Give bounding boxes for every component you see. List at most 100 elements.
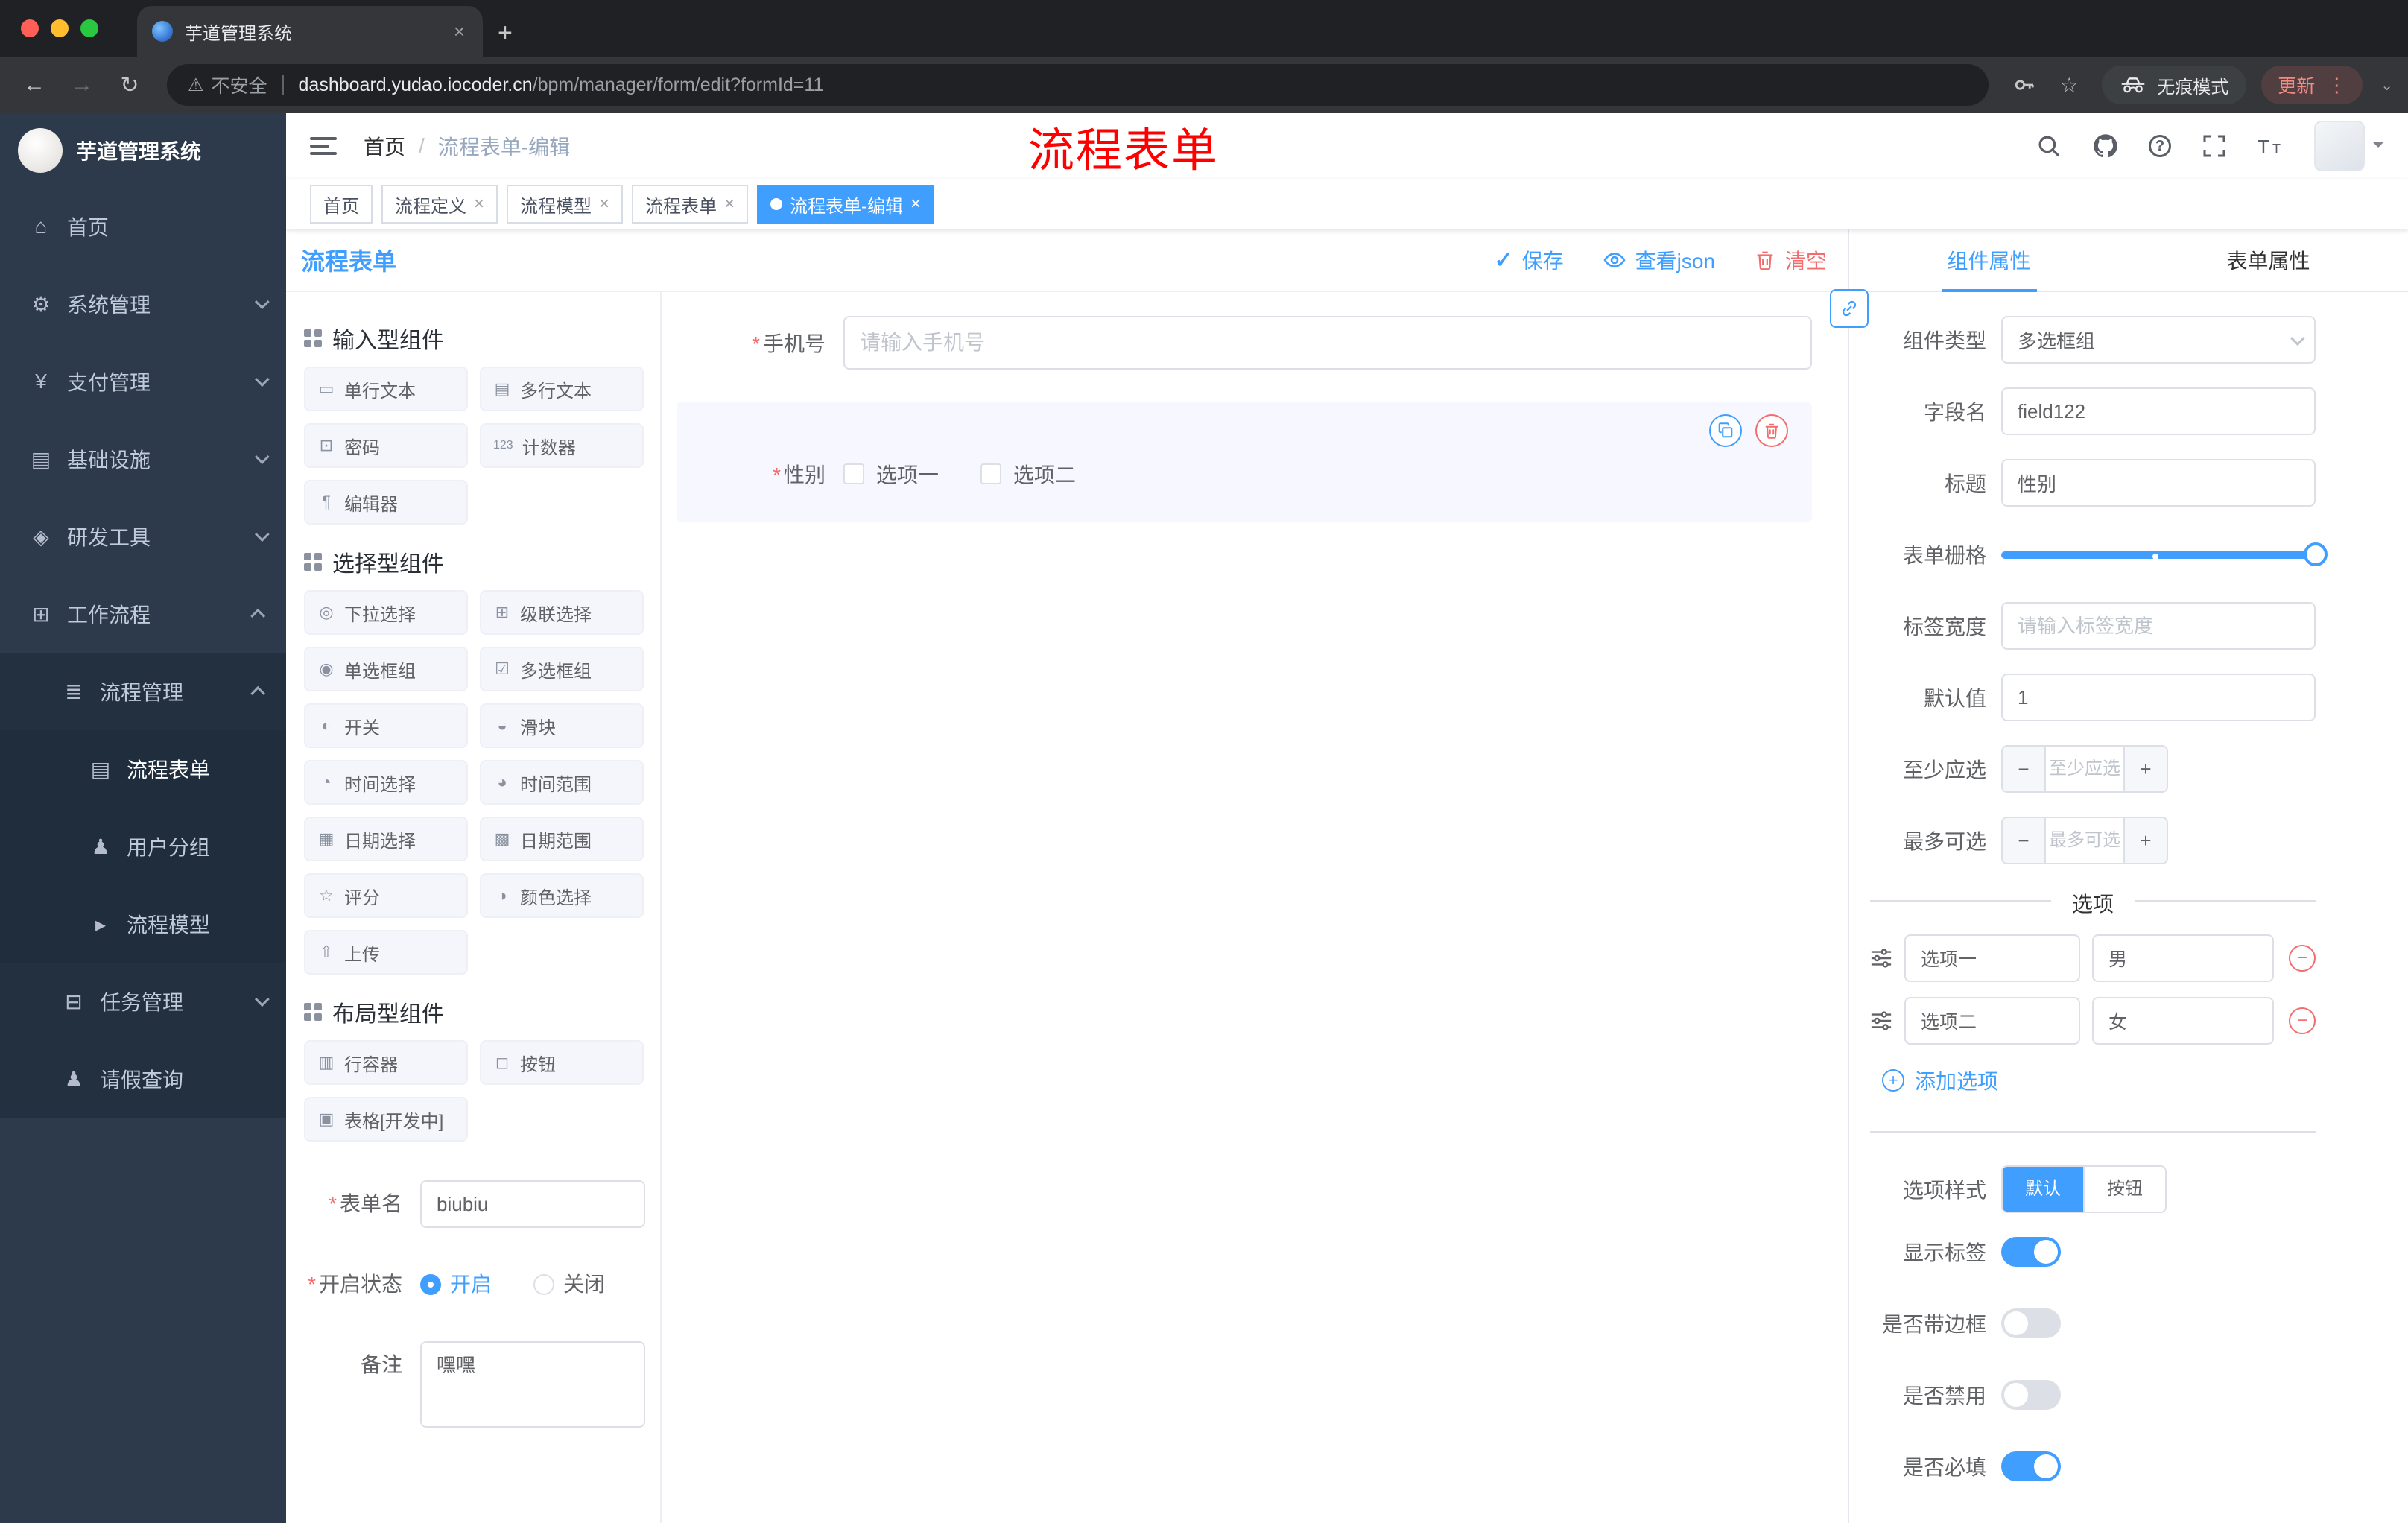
checkbox-icon[interactable] — [843, 463, 864, 484]
reload-button[interactable]: ↻ — [110, 72, 149, 98]
disabled-switch[interactable] — [2001, 1380, 2061, 1410]
component-type-value[interactable] — [2001, 316, 2316, 364]
sidebar-item-leave-query[interactable]: ♟ 请假查询 — [0, 1040, 286, 1118]
palette-item-rate[interactable]: ☆ 评分 — [304, 873, 468, 918]
palette-item-checkbox-group[interactable]: ☑ 多选框组 — [480, 647, 644, 691]
toolbar-chevron-down-icon[interactable]: ⌄ — [2380, 76, 2393, 95]
sidebar-item-devtools[interactable]: ◈ 研发工具 — [0, 498, 286, 575]
style-default-button[interactable]: 默认 — [2003, 1167, 2083, 1212]
tab-close-icon[interactable]: × — [451, 20, 468, 43]
help-icon[interactable]: ? — [2149, 135, 2171, 157]
browser-tab[interactable]: 芋道管理系统 × — [137, 6, 483, 57]
sidebar-item-user-group[interactable]: ♟ 用户分组 — [0, 808, 286, 885]
sidebar-toggle-icon[interactable] — [310, 137, 337, 155]
palette-item-counter[interactable]: 123 计数器 — [480, 423, 644, 468]
tag-process-form-edit[interactable]: 流程表单-编辑 × — [757, 185, 935, 224]
sidebar-item-process-manage[interactable]: ≣ 流程管理 — [0, 653, 286, 730]
style-button-button[interactable]: 按钮 — [2083, 1167, 2165, 1212]
sidebar-logo[interactable]: 芋道管理系统 — [0, 113, 286, 188]
tag-process-form[interactable]: 流程表单 × — [632, 185, 749, 224]
sidebar-item-infrastructure[interactable]: ▤ 基础设施 — [0, 420, 286, 498]
status-on-radio[interactable] — [420, 1274, 441, 1295]
search-icon[interactable] — [2035, 133, 2062, 159]
palette-item-switch[interactable]: ◐ 开关 — [304, 703, 468, 748]
copy-component-button[interactable] — [1709, 414, 1742, 447]
back-button[interactable]: ← — [15, 72, 54, 98]
title-input[interactable] — [2001, 459, 2316, 507]
option-value-input[interactable] — [2092, 997, 2274, 1045]
password-key-icon[interactable] — [2006, 73, 2042, 97]
remove-option-button[interactable]: − — [2289, 1007, 2316, 1034]
sidebar-item-system[interactable]: ⚙ 系统管理 — [0, 265, 286, 343]
design-canvas[interactable]: * 手机号 请输入手机号 * 性别 选项一 选项二 — [662, 292, 1848, 1523]
maximize-window-button[interactable] — [80, 19, 98, 37]
max-select-input[interactable] — [2046, 818, 2123, 863]
palette-item-date-range[interactable]: ▩ 日期范围 — [480, 817, 644, 861]
checkbox-icon[interactable] — [980, 463, 1002, 484]
link-button[interactable] — [1830, 289, 1869, 328]
new-tab-button[interactable]: + — [498, 19, 513, 48]
palette-item-single-line-text[interactable]: ▭ 单行文本 — [304, 367, 468, 411]
address-bar[interactable]: ⚠ 不安全 dashboard.yudao.iocoder.cn /bpm/ma… — [167, 64, 1989, 106]
save-button[interactable]: ✓ 保存 — [1494, 245, 1563, 275]
gender-option-2[interactable]: 选项二 — [980, 459, 1076, 489]
increment-button[interactable]: + — [2123, 747, 2167, 791]
sidebar-item-process-model[interactable]: ▸ 流程模型 — [0, 885, 286, 963]
form-grid-slider[interactable] — [2001, 531, 2328, 578]
required-switch[interactable] — [2001, 1451, 2061, 1481]
component-type-select[interactable] — [2001, 316, 2316, 364]
palette-item-editor[interactable]: ¶ 编辑器 — [304, 480, 468, 525]
palette-item-cascader[interactable]: ⊞ 级联选择 — [480, 590, 644, 635]
sidebar-item-task-manage[interactable]: ⊟ 任务管理 — [0, 963, 286, 1040]
default-value-input[interactable] — [2001, 674, 2316, 721]
tag-close-icon[interactable]: × — [474, 194, 484, 215]
add-option-button[interactable]: + 添加选项 — [1882, 1066, 2316, 1095]
palette-item-color-picker[interactable]: ◑ 颜色选择 — [480, 873, 644, 918]
form-remark-textarea[interactable]: 嘿嘿 — [420, 1341, 645, 1428]
user-menu[interactable] — [2314, 121, 2384, 171]
palette-item-multi-line-text[interactable]: ▤ 多行文本 — [480, 367, 644, 411]
minimize-window-button[interactable] — [51, 19, 69, 37]
gender-option-1[interactable]: 选项一 — [843, 459, 939, 489]
tag-process-definition[interactable]: 流程定义 × — [381, 185, 498, 224]
status-on-label[interactable]: 开启 — [450, 1261, 492, 1308]
close-window-button[interactable] — [21, 19, 39, 37]
decrement-button[interactable]: − — [2003, 818, 2046, 863]
min-select-input[interactable] — [2046, 747, 2123, 791]
browser-menu-icon[interactable]: ⋮ — [2327, 74, 2346, 97]
drag-handle-icon[interactable] — [1870, 1010, 1892, 1032]
remove-option-button[interactable]: − — [2289, 945, 2316, 972]
delete-component-button[interactable] — [1755, 414, 1788, 447]
palette-item-time-picker[interactable]: ◔ 时间选择 — [304, 760, 468, 805]
phone-input[interactable] — [843, 316, 1812, 370]
tag-close-icon[interactable]: × — [599, 194, 609, 215]
github-icon[interactable] — [2092, 133, 2119, 159]
tag-home[interactable]: 首页 — [310, 185, 373, 224]
tag-process-model[interactable]: 流程模型 × — [507, 185, 624, 224]
label-width-input[interactable] — [2001, 602, 2316, 650]
form-name-input[interactable] — [420, 1180, 645, 1228]
sidebar-item-home[interactable]: ⌂ 首页 — [0, 188, 286, 265]
clear-button[interactable]: 清空 — [1754, 245, 1827, 275]
palette-item-radio-group[interactable]: ◉ 单选框组 — [304, 647, 468, 691]
palette-item-date-picker[interactable]: ▦ 日期选择 — [304, 817, 468, 861]
font-size-icon[interactable]: TT — [2258, 133, 2284, 159]
decrement-button[interactable]: − — [2003, 747, 2046, 791]
tag-close-icon[interactable]: × — [724, 194, 735, 215]
bookmark-star-icon[interactable]: ☆ — [2051, 73, 2087, 98]
tag-close-icon[interactable]: × — [910, 194, 921, 215]
fullscreen-icon[interactable] — [2201, 133, 2228, 159]
palette-item-select[interactable]: ◎ 下拉选择 — [304, 590, 468, 635]
palette-item-slider[interactable]: ◒ 滑块 — [480, 703, 644, 748]
palette-item-button[interactable]: ◻ 按钮 — [480, 1040, 644, 1085]
sidebar-item-payment[interactable]: ¥ 支付管理 — [0, 343, 286, 420]
view-json-button[interactable]: 查看json — [1603, 245, 1715, 275]
increment-button[interactable]: + — [2123, 818, 2167, 863]
tab-form-props[interactable]: 表单属性 — [2129, 229, 2408, 291]
option-value-input[interactable] — [2092, 934, 2274, 982]
tab-component-props[interactable]: 组件属性 — [1849, 229, 2129, 291]
show-label-switch[interactable] — [2001, 1237, 2061, 1267]
status-off-radio[interactable] — [533, 1274, 555, 1295]
sidebar-item-workflow[interactable]: ⊞ 工作流程 — [0, 575, 286, 653]
field-name-input[interactable] — [2001, 387, 2316, 435]
